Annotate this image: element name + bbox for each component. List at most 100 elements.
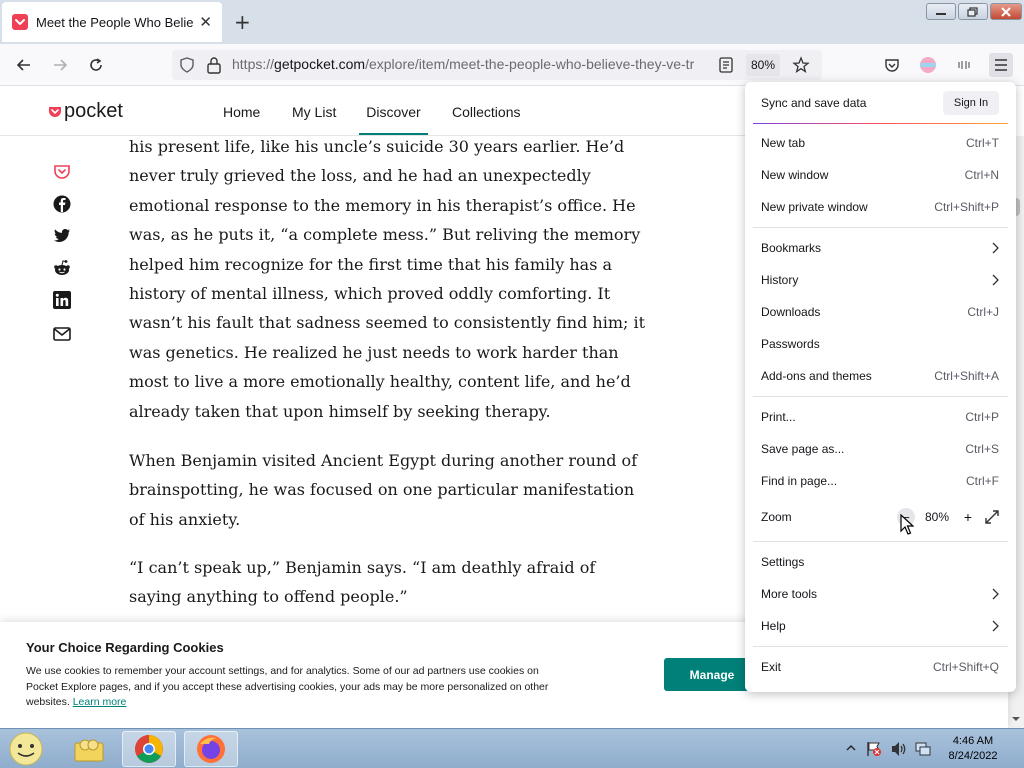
chevron-right-icon [992, 620, 999, 632]
pocket-logo[interactable]: pocket [48, 100, 123, 123]
learn-more-link[interactable]: Learn more [73, 696, 127, 708]
share-pocket-icon[interactable] [52, 162, 72, 182]
url-bar[interactable]: https://getpocket.com/explore/item/meet-… [172, 50, 822, 80]
menu-separator [753, 541, 1008, 542]
menu-label: New private window [761, 200, 868, 214]
menu-shortcut: Ctrl+Shift+P [934, 200, 999, 214]
fullscreen-icon[interactable] [985, 510, 999, 524]
menu-find-in-page[interactable]: Find in page... Ctrl+F [761, 467, 999, 495]
restore-button[interactable] [958, 3, 988, 20]
menu-shortcut: Ctrl+S [965, 442, 999, 456]
tab-strip: Meet the People Who Believe They've Trav… [0, 0, 1024, 44]
account-icon[interactable] [917, 54, 939, 76]
zoom-badge[interactable]: 80% [746, 54, 780, 76]
forward-arrow-icon[interactable] [49, 54, 71, 76]
app-menu-panel: Sync and save data Sign In New tab Ctrl+T… [745, 82, 1016, 692]
firefox-icon [197, 735, 225, 763]
menu-history[interactable]: History [761, 266, 999, 294]
minimize-button[interactable] [926, 3, 956, 20]
menu-shortcut: Ctrl+J [967, 305, 999, 319]
system-clock[interactable]: 4:46 AM 8/24/2022 [940, 734, 1006, 764]
tray-expand-icon[interactable] [846, 743, 856, 753]
window-close-icon [1001, 6, 1011, 17]
menu-bookmarks[interactable]: Bookmarks [761, 234, 999, 262]
menu-new-window[interactable]: New window Ctrl+N [761, 161, 999, 189]
menu-new-tab[interactable]: New tab Ctrl+T [761, 129, 999, 157]
pocket-favicon-icon [12, 14, 28, 30]
lock-icon[interactable] [206, 56, 222, 74]
menu-shortcut: Ctrl+Shift+A [934, 369, 999, 383]
back-arrow-icon[interactable] [13, 54, 35, 76]
menu-separator [753, 396, 1008, 397]
menu-more-tools[interactable]: More tools [761, 580, 999, 608]
menu-label: Help [761, 619, 786, 633]
zoom-in-button[interactable]: + [959, 508, 977, 526]
scroll-down-arrow-icon[interactable] [1010, 714, 1022, 724]
share-linkedin-icon[interactable] [52, 290, 72, 310]
menu-label: More tools [761, 587, 818, 601]
nav-collections[interactable]: Collections [452, 104, 520, 120]
menu-label: Add-ons and themes [761, 369, 872, 383]
menu-label: New window [761, 168, 829, 182]
shield-icon[interactable] [178, 56, 196, 74]
network-icon[interactable] [914, 741, 932, 757]
share-facebook-icon[interactable] [52, 194, 72, 214]
menu-downloads[interactable]: Downloads Ctrl+J [761, 298, 999, 326]
action-center-flag-icon[interactable] [866, 741, 882, 757]
clock-time: 4:46 AM [952, 735, 994, 747]
nav-home[interactable]: Home [223, 104, 260, 120]
reader-view-icon[interactable] [718, 57, 734, 73]
menu-exit[interactable]: Exit Ctrl+Shift+Q [761, 653, 999, 681]
chrome-icon [135, 735, 163, 763]
menu-label: Zoom [761, 510, 792, 524]
taskbar-chrome[interactable] [122, 731, 176, 767]
pocket-logo-text: pocket [64, 100, 123, 122]
article-paragraph-3: “I can’t speak up,” Benjamin says. “I am… [129, 558, 596, 607]
article-paragraph-2: When Benjamin visited Ancient Egypt duri… [129, 451, 638, 529]
restore-icon [967, 6, 978, 17]
menu-help[interactable]: Help [761, 612, 999, 640]
tab-close-icon[interactable]: ✕ [199, 13, 212, 31]
sign-in-button[interactable]: Sign In [943, 91, 999, 115]
mouse-cursor-icon [900, 514, 914, 535]
menu-label: Downloads [761, 305, 821, 319]
hamburger-menu-icon [995, 59, 1007, 71]
menu-passwords[interactable]: Passwords [761, 330, 999, 358]
pocket-toolbar-icon[interactable] [881, 54, 903, 76]
hamburger-menu-button[interactable] [989, 53, 1013, 77]
menu-print[interactable]: Print... Ctrl+P [761, 403, 999, 431]
menu-new-private-window[interactable]: New private window Ctrl+Shift+P [761, 193, 999, 221]
url-path: /explore/item/meet-the-people-who-believ… [365, 56, 695, 72]
share-email-icon[interactable] [52, 324, 72, 344]
share-reddit-icon[interactable] [52, 258, 72, 278]
taskbar-firefox[interactable] [184, 731, 238, 767]
minimize-icon [936, 12, 946, 15]
window-close-button[interactable] [990, 3, 1022, 20]
menu-save-page[interactable]: Save page as... Ctrl+S [761, 435, 999, 463]
chevron-right-icon [992, 242, 999, 254]
nav-my-list[interactable]: My List [292, 104, 336, 120]
article-paragraph-1: his present life, like his uncle’s suici… [129, 137, 646, 421]
zoom-value[interactable]: 80% [915, 510, 959, 524]
start-button[interactable] [0, 731, 52, 767]
tab-active[interactable]: Meet the People Who Believe They've Trav… [2, 2, 222, 42]
sync-divider [753, 123, 1008, 124]
share-twitter-icon[interactable] [52, 226, 72, 246]
reload-icon[interactable] [85, 54, 107, 76]
menu-label: New tab [761, 136, 806, 150]
volume-icon[interactable] [890, 741, 908, 757]
chevron-right-icon [992, 588, 999, 600]
menu-separator [753, 227, 1008, 228]
cookie-title: Your Choice Regarding Cookies [26, 640, 224, 655]
menu-addons-themes[interactable]: Add-ons and themes Ctrl+Shift+A [761, 362, 999, 390]
new-tab-plus-icon[interactable]: + [234, 10, 251, 34]
menu-label: Save page as... [761, 442, 845, 456]
star-icon[interactable] [792, 56, 810, 74]
menu-shortcut: Ctrl+N [964, 168, 999, 182]
menu-settings[interactable]: Settings [761, 548, 999, 576]
nav-discover[interactable]: Discover [359, 104, 428, 135]
extensions-icon[interactable] [953, 54, 975, 76]
menu-sync-label: Sync and save data [761, 96, 867, 110]
taskbar-file-explorer[interactable] [62, 731, 116, 767]
clock-date: 8/24/2022 [948, 750, 998, 762]
